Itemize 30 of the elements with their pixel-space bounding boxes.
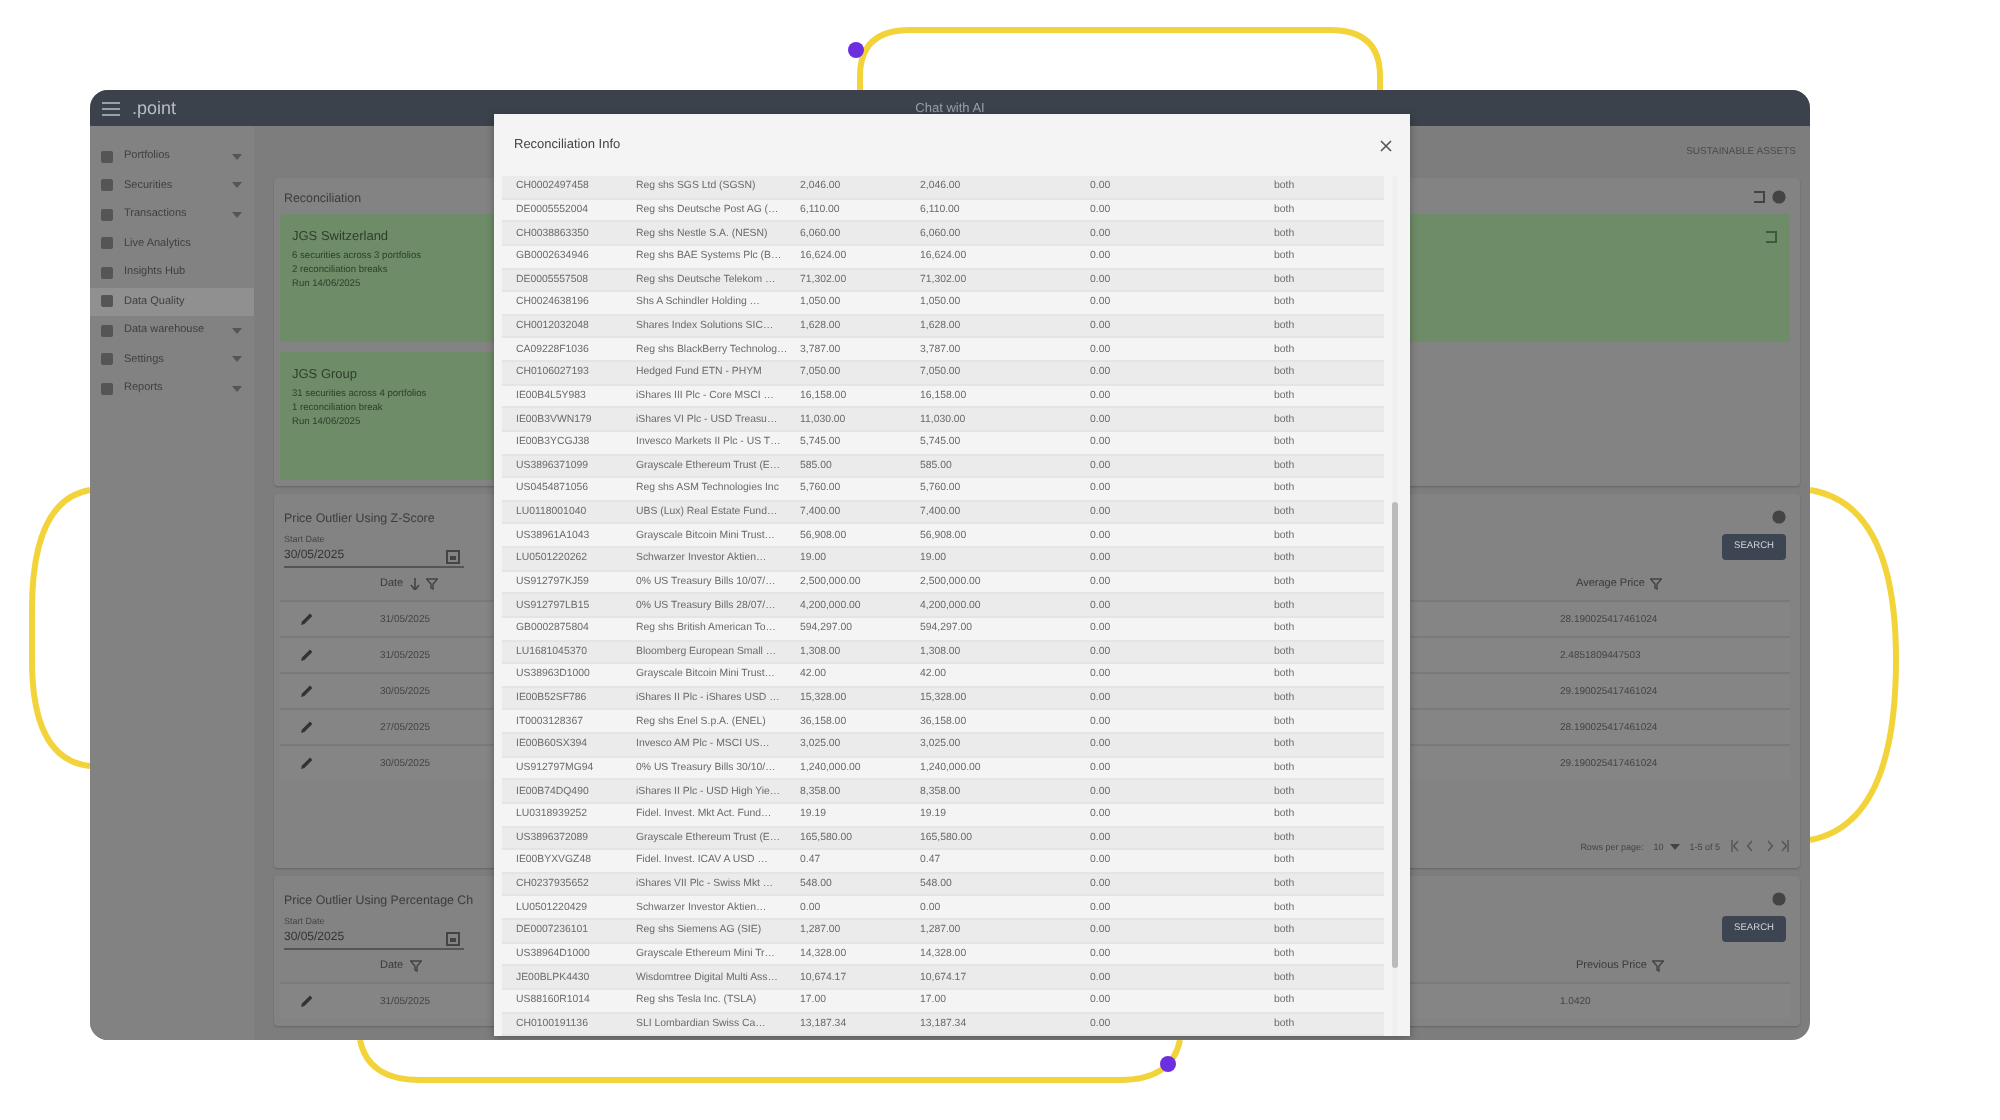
app-logo[interactable]: .point [132, 98, 177, 118]
square-icon [100, 352, 114, 367]
pencil-icon[interactable] [300, 612, 314, 626]
square-icon [100, 178, 114, 193]
square-icon [100, 294, 114, 309]
calendar-icon[interactable] [446, 549, 460, 563]
square-icon [100, 207, 114, 222]
filter-icon[interactable] [1652, 960, 1665, 972]
info-icon[interactable] [1772, 509, 1786, 523]
close-icon[interactable] [1380, 139, 1392, 151]
info-icon[interactable] [1772, 189, 1786, 203]
pencil-icon[interactable] [300, 684, 314, 698]
pencil-icon[interactable] [300, 648, 314, 662]
calendar-icon[interactable] [446, 931, 460, 945]
info-icon[interactable] [1772, 891, 1786, 905]
filter-icon[interactable] [1650, 578, 1663, 590]
sort-arrow-icon[interactable] [409, 578, 420, 590]
menu-icon[interactable] [102, 101, 120, 115]
pencil-icon[interactable] [300, 994, 314, 1008]
square-icon [100, 149, 114, 164]
pencil-icon[interactable] [300, 720, 314, 734]
square-icon [100, 381, 114, 396]
filter-icon[interactable] [425, 578, 438, 590]
square-icon [100, 265, 114, 280]
page-navigation-icon[interactable] [1730, 840, 1790, 852]
pencil-icon[interactable] [300, 756, 314, 770]
scrollbar[interactable] [1392, 176, 1398, 1036]
square-icon [100, 236, 114, 251]
filter-icon[interactable] [409, 960, 422, 972]
square-icon [100, 323, 114, 338]
